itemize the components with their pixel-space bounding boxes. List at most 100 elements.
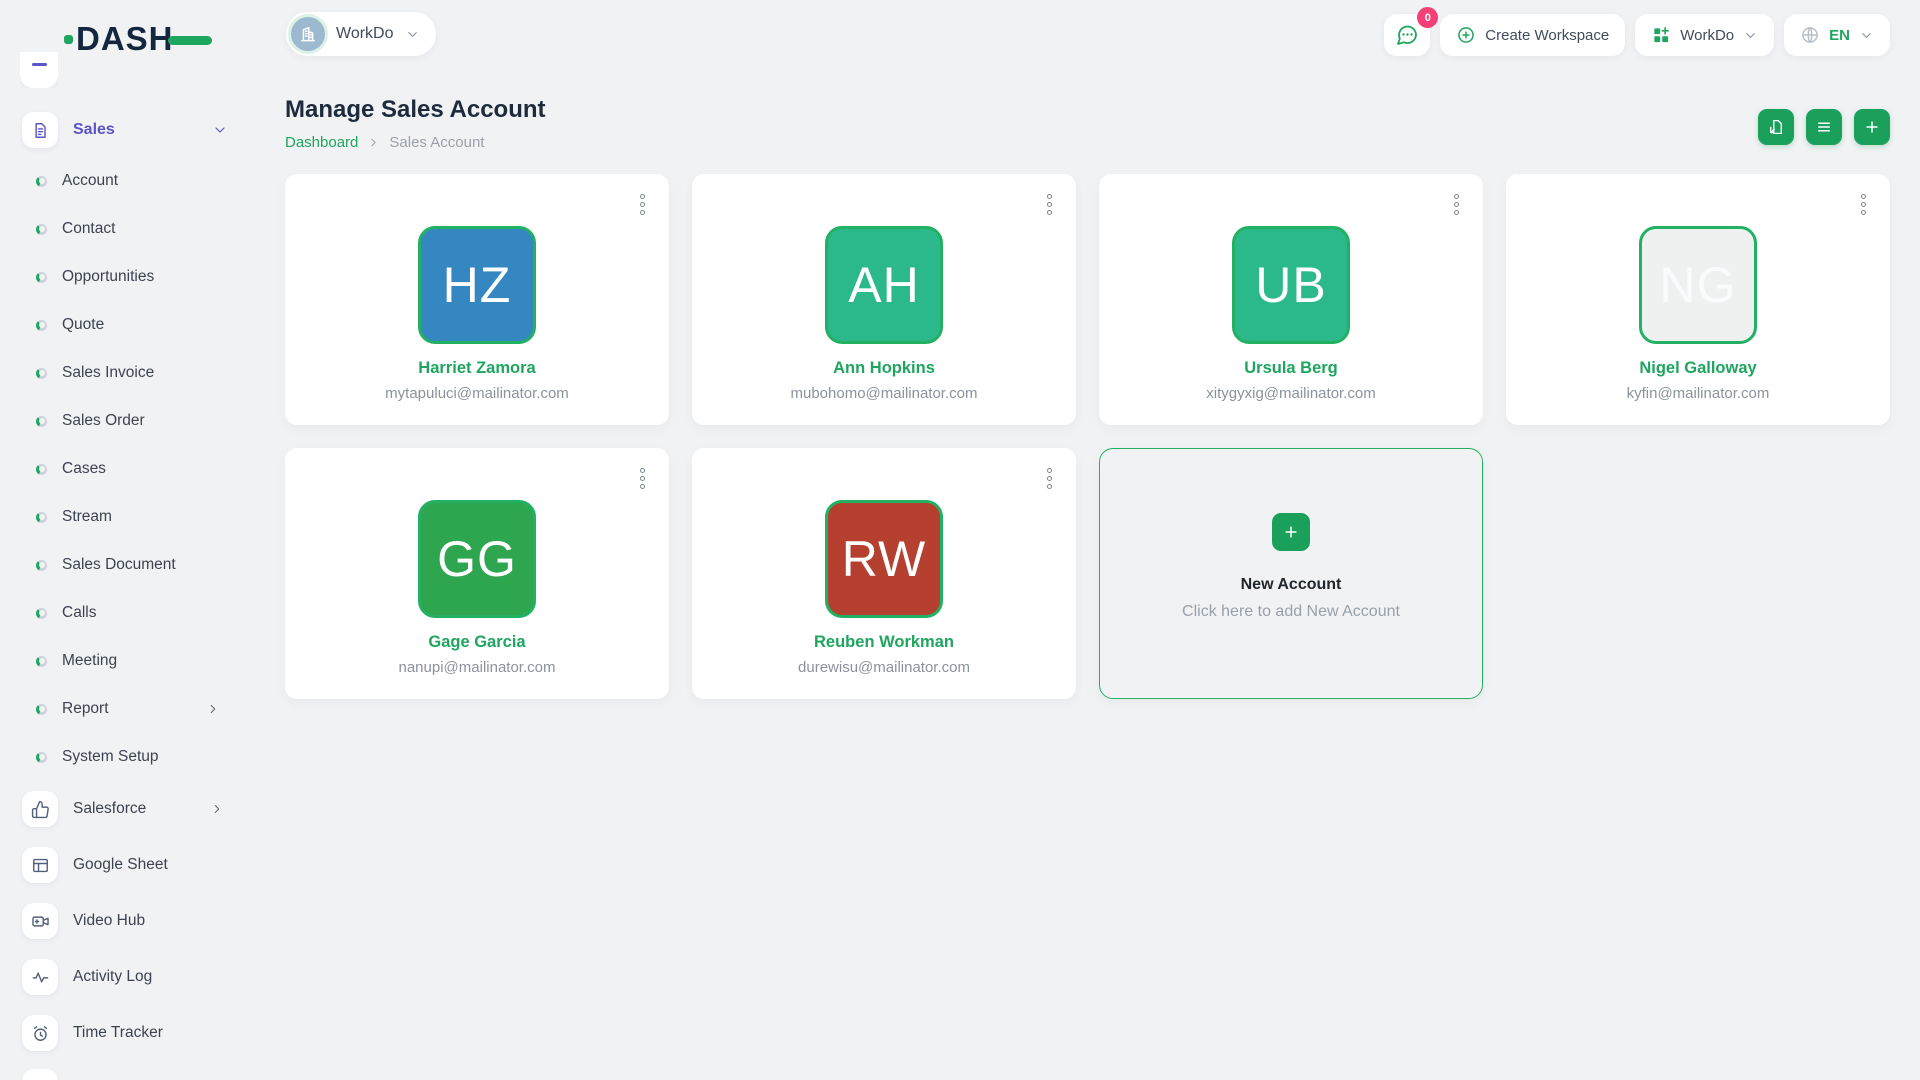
kebab-menu-icon[interactable] (1450, 190, 1463, 219)
sidebar-item-contact[interactable]: Contact (0, 205, 250, 253)
account-name-link[interactable]: Gage Garcia (428, 633, 525, 652)
add-account-plus-button[interactable] (1272, 513, 1310, 551)
circle-bullet-icon (36, 416, 47, 427)
sales-submenu: Account Contact Opportunities Quote Sale… (0, 157, 250, 781)
create-workspace-button[interactable]: Create Workspace (1440, 14, 1625, 56)
document-icon (31, 121, 50, 140)
sidebar-item-stream[interactable]: Stream (0, 493, 250, 541)
minus-icon (32, 63, 47, 66)
kebab-menu-icon[interactable] (636, 190, 649, 219)
account-avatar: GG (418, 500, 536, 618)
account-name-link[interactable]: Reuben Workman (814, 633, 954, 652)
workdo-menu-label: WorkDo (1680, 27, 1734, 44)
sidebar-item-video-hub[interactable]: Video Hub (0, 893, 250, 949)
chevron-down-icon (1743, 28, 1758, 43)
alarm-clock-icon (31, 1024, 50, 1043)
sidebar-item-sales[interactable]: Sales (22, 112, 228, 148)
sidebar-item-label: Time Tracker (73, 1024, 250, 1042)
account-avatar: HZ (418, 226, 536, 344)
sidebar-item-cases[interactable]: Cases (0, 445, 250, 493)
sidebar-item-account[interactable]: Account (0, 157, 250, 205)
sidebar-item-label: Report (62, 700, 191, 718)
sidebar-item-partial-bottom[interactable] (22, 1069, 58, 1080)
breadcrumb-current: Sales Account (389, 134, 484, 151)
list-icon (1815, 118, 1833, 136)
thumbs-up-icon (31, 800, 50, 819)
account-email: mytapuluci@mailinator.com (385, 385, 569, 402)
sidebar-item-label: Opportunities (62, 268, 250, 286)
workspace-avatar (291, 17, 325, 51)
sales-icon-box (22, 112, 58, 148)
new-account-subtitle: Click here to add New Account (1182, 603, 1400, 621)
workspace-switcher[interactable]: WorkDo (286, 12, 436, 56)
kebab-menu-icon[interactable] (1043, 464, 1056, 493)
account-card: HZ Harriet Zamora mytapuluci@mailinator.… (285, 174, 669, 425)
account-email: nanupi@mailinator.com (399, 659, 556, 676)
sidebar-item-report[interactable]: Report (0, 685, 250, 733)
file-export-icon (1767, 118, 1785, 136)
grid-plus-icon (1651, 25, 1671, 45)
account-card: GG Gage Garcia nanupi@mailinator.com (285, 448, 669, 699)
workdo-app-menu[interactable]: WorkDo (1635, 14, 1774, 56)
circle-bullet-icon (36, 752, 47, 763)
breadcrumb-dashboard-link[interactable]: Dashboard (285, 134, 358, 151)
account-name-link[interactable]: Harriet Zamora (418, 359, 535, 378)
sidebar-item-label: Calls (62, 604, 250, 622)
account-name-link[interactable]: Ann Hopkins (833, 359, 935, 378)
sidebar-item-time-tracker[interactable]: Time Tracker (0, 1005, 250, 1061)
circle-bullet-icon (36, 368, 47, 379)
account-card: RW Reuben Workman durewisu@mailinator.co… (692, 448, 1076, 699)
sidebar-item-partial-top[interactable] (20, 52, 58, 88)
notification-badge: 0 (1417, 7, 1438, 28)
add-account-button[interactable] (1854, 109, 1890, 145)
kebab-menu-icon[interactable] (1043, 190, 1056, 219)
circle-bullet-icon (36, 176, 47, 187)
page-title: Manage Sales Account (285, 96, 546, 124)
time-tracker-icon-box (22, 1015, 58, 1051)
plus-icon (1863, 118, 1881, 136)
circle-bullet-icon (36, 704, 47, 715)
account-card: AH Ann Hopkins mubohomo@mailinator.com (692, 174, 1076, 425)
account-name-link[interactable]: Nigel Galloway (1639, 359, 1756, 378)
sidebar-item-label: Sales Document (62, 556, 250, 574)
sidebar-item-opportunities[interactable]: Opportunities (0, 253, 250, 301)
account-name-link[interactable]: Ursula Berg (1244, 359, 1338, 378)
sidebar-item-label: Sales Invoice (62, 364, 250, 382)
salesforce-icon-box (22, 791, 58, 827)
circle-bullet-icon (36, 608, 47, 619)
account-card: NG Nigel Galloway kyfin@mailinator.com (1506, 174, 1890, 425)
kebab-menu-icon[interactable] (1857, 190, 1870, 219)
globe-icon (1800, 25, 1820, 45)
plus-circle-icon (1456, 25, 1476, 45)
circle-bullet-icon (36, 320, 47, 331)
sidebar-item-calls[interactable]: Calls (0, 589, 250, 637)
language-selector[interactable]: EN (1784, 14, 1890, 56)
building-icon (298, 24, 318, 44)
sidebar-item-quote[interactable]: Quote (0, 301, 250, 349)
sidebar-item-sales-order[interactable]: Sales Order (0, 397, 250, 445)
circle-bullet-icon (36, 272, 47, 283)
sidebar-item-sales-invoice[interactable]: Sales Invoice (0, 349, 250, 397)
activity-log-icon-box (22, 959, 58, 995)
circle-bullet-icon (36, 224, 47, 235)
sidebar-item-system-setup[interactable]: System Setup (0, 733, 250, 781)
list-view-button[interactable] (1806, 109, 1842, 145)
language-label: EN (1829, 27, 1850, 44)
account-card: UB Ursula Berg xitygyxig@mailinator.com (1099, 174, 1483, 425)
chat-bubble-icon (1395, 23, 1419, 47)
breadcrumb: Dashboard Sales Account (285, 134, 484, 151)
sidebar-item-activity-log[interactable]: Activity Log (0, 949, 250, 1005)
sidebar-item-meeting[interactable]: Meeting (0, 637, 250, 685)
circle-bullet-icon (36, 512, 47, 523)
table-icon (31, 856, 50, 875)
sidebar-item-salesforce[interactable]: Salesforce (0, 781, 250, 837)
new-account-card[interactable]: New Account Click here to add New Accoun… (1099, 448, 1483, 699)
sidebar-item-google-sheet[interactable]: Google Sheet (0, 837, 250, 893)
account-email: xitygyxig@mailinator.com (1206, 385, 1375, 402)
messages-button[interactable]: 0 (1384, 14, 1430, 56)
header-actions: 0 Create Workspace WorkDo EN (1384, 14, 1890, 56)
kebab-menu-icon[interactable] (636, 464, 649, 493)
create-workspace-label: Create Workspace (1485, 27, 1609, 44)
sidebar-item-sales-document[interactable]: Sales Document (0, 541, 250, 589)
export-button[interactable] (1758, 109, 1794, 145)
